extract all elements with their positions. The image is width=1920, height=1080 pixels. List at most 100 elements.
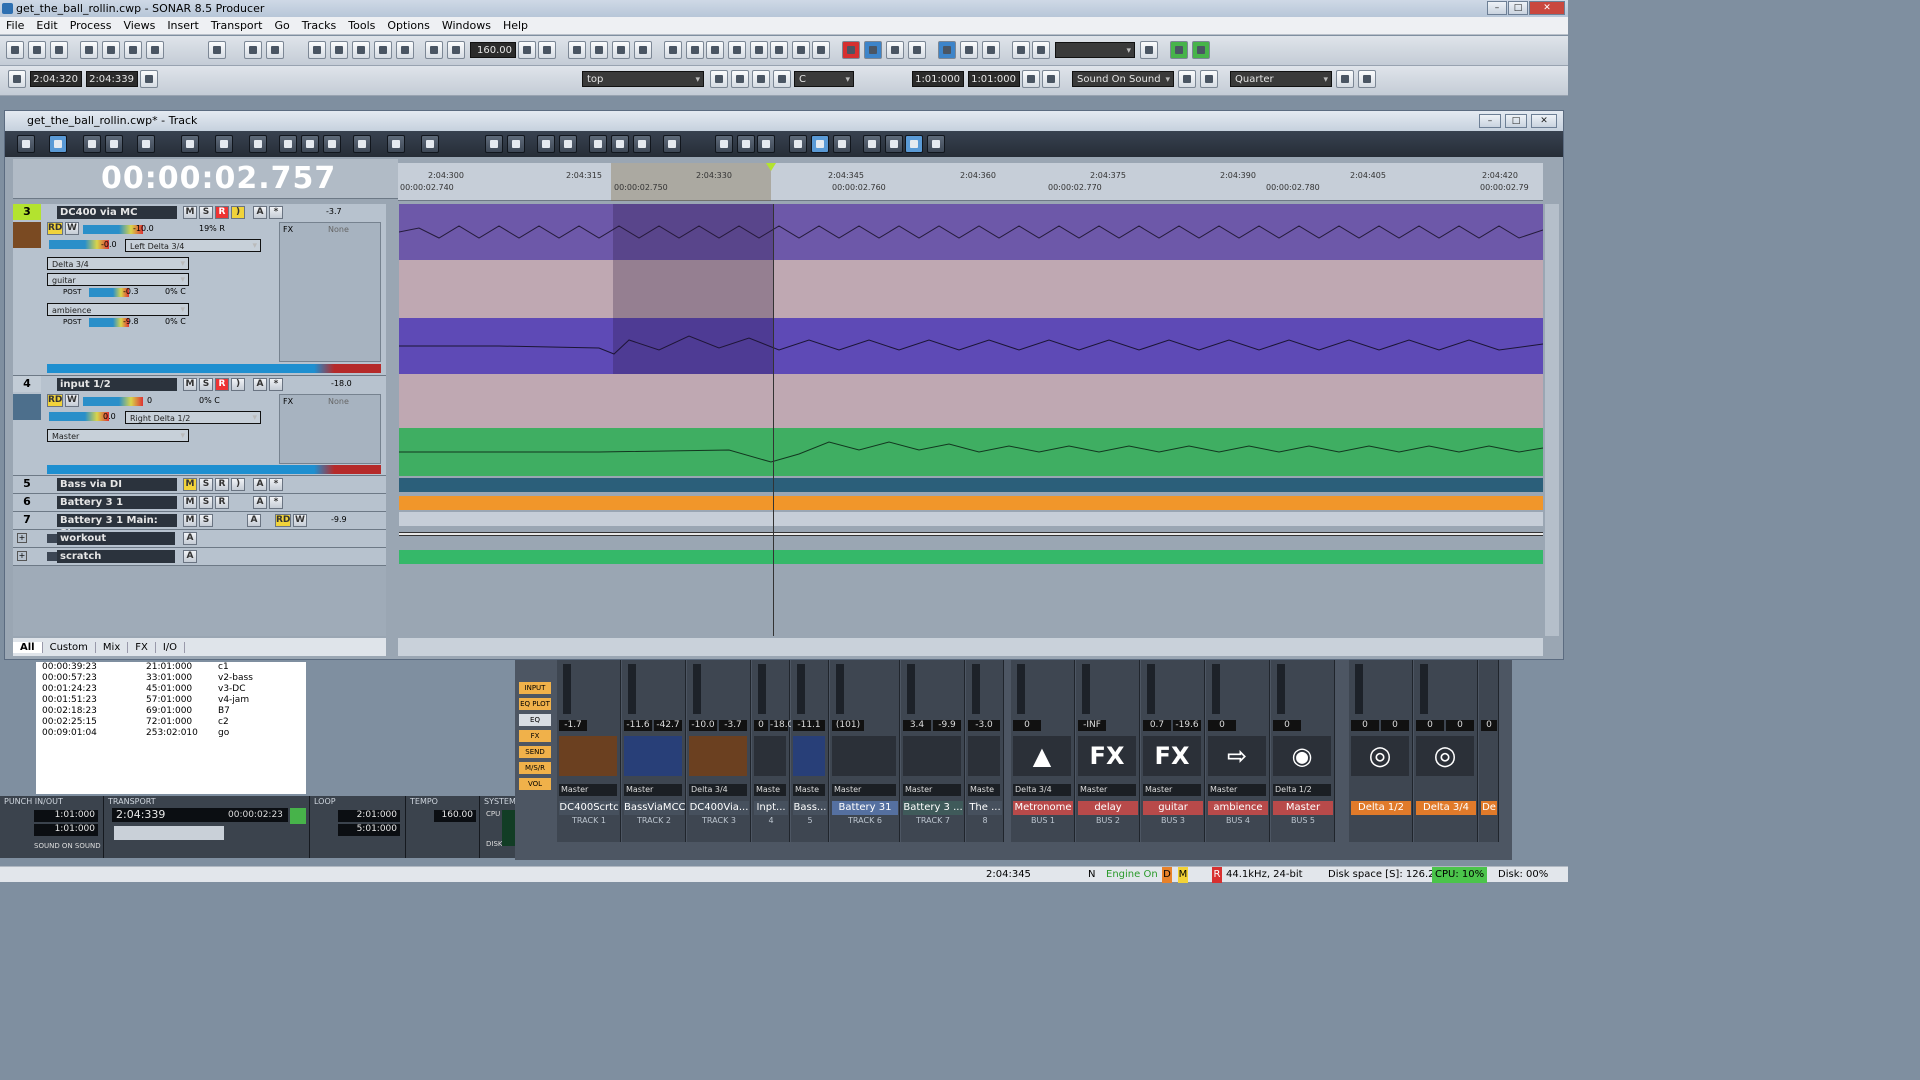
- solo-button[interactable]: S: [199, 478, 213, 491]
- write-button[interactable]: W: [293, 514, 307, 527]
- input-combo[interactable]: Delta 3/4: [47, 257, 189, 271]
- send-1-combo[interactable]: guitar: [47, 273, 189, 287]
- menu-options[interactable]: Options: [381, 19, 435, 32]
- solo-button[interactable]: S: [199, 206, 213, 219]
- minimize-button[interactable]: –: [1487, 1, 1507, 15]
- strip-main-1[interactable]: 0 0 ◎ Delta 1/2: [1349, 660, 1413, 842]
- view-grid-icon[interactable]: [374, 41, 392, 59]
- mute-icon[interactable]: [908, 41, 926, 59]
- grid-icon[interactable]: [323, 135, 341, 153]
- now-marker-icon[interactable]: [766, 163, 776, 171]
- fx-bin[interactable]: FX None: [279, 394, 381, 464]
- capture-icon[interactable]: [1032, 41, 1050, 59]
- engine-status[interactable]: Engine On: [1106, 867, 1158, 883]
- output-select[interactable]: Maste: [968, 784, 1000, 796]
- fader[interactable]: [1082, 664, 1090, 714]
- envelope-icon[interactable]: [982, 41, 1000, 59]
- fx-bypass-button[interactable]: *: [269, 378, 283, 391]
- loop-start[interactable]: 2:01:000: [338, 810, 400, 822]
- cut-icon[interactable]: [80, 41, 98, 59]
- folder-workout[interactable]: + workout A: [13, 530, 386, 548]
- track-view-close-button[interactable]: ✕: [1531, 114, 1557, 128]
- output-select[interactable]: Delta 3/4: [1013, 784, 1071, 796]
- strip-bus-4[interactable]: 0 ⇨ Master ambience BUS 4: [1206, 660, 1270, 842]
- fader[interactable]: [1017, 664, 1025, 714]
- output-select[interactable]: Master: [624, 784, 682, 796]
- save-icon[interactable]: [50, 41, 68, 59]
- strip-bus-1[interactable]: 0 ▲ Delta 3/4 Metronome BUS 1: [1011, 660, 1075, 842]
- smart-tool-icon[interactable]: [49, 135, 67, 153]
- show-clips-icon[interactable]: [811, 135, 829, 153]
- erase-tool-icon[interactable]: [215, 135, 233, 153]
- toggle-vol[interactable]: VOL: [519, 778, 551, 790]
- auto-punch-icon[interactable]: [612, 41, 630, 59]
- output-select[interactable]: Master: [1143, 784, 1201, 796]
- record-options-icon[interactable]: [1178, 70, 1196, 88]
- track-5[interactable]: 5 Bass via DI M S R ) A *: [13, 476, 386, 494]
- folder-scratch-clip[interactable]: [399, 550, 1543, 564]
- toggle-eq-plot[interactable]: EQ PLOT: [519, 698, 551, 710]
- list-item[interactable]: 00:09:01:04 253:02:010 go: [42, 728, 229, 739]
- view-console-icon[interactable]: [266, 41, 284, 59]
- freeze-icon[interactable]: [611, 135, 629, 153]
- snap-icon[interactable]: [353, 135, 371, 153]
- automation-button[interactable]: A: [253, 378, 267, 391]
- strip-bus-3[interactable]: 0.7 -19.6 FX Master guitar BUS 3: [1141, 660, 1205, 842]
- solo-button[interactable]: S: [199, 496, 213, 509]
- layout-combo[interactable]: [1055, 42, 1135, 59]
- output-select[interactable]: Master: [559, 784, 617, 796]
- menu-process[interactable]: Process: [64, 19, 118, 32]
- menu-tracks[interactable]: Tracks: [296, 19, 343, 32]
- split-tool-icon[interactable]: [83, 135, 101, 153]
- scrub-tool-icon[interactable]: [249, 135, 267, 153]
- metronome-icon[interactable]: [290, 808, 306, 824]
- mute-button[interactable]: M: [183, 378, 197, 391]
- punch-in-field[interactable]: 1:01:000: [912, 71, 964, 87]
- write-button[interactable]: W: [65, 394, 79, 407]
- archive-icon[interactable]: [633, 135, 651, 153]
- list-item[interactable]: 00:00:57:23 33:01:000 v2-bass: [42, 673, 253, 684]
- automation-button[interactable]: A: [253, 496, 267, 509]
- rewind-icon[interactable]: [686, 41, 704, 59]
- gain-slider[interactable]: [83, 397, 143, 406]
- trim-slider[interactable]: [49, 240, 109, 249]
- send-1-post[interactable]: POST: [63, 288, 81, 296]
- send-2-post[interactable]: POST: [63, 318, 81, 326]
- output-select[interactable]: Master: [1078, 784, 1136, 796]
- record-arm-button[interactable]: R: [215, 478, 229, 491]
- view-pianoroll-icon[interactable]: [330, 41, 348, 59]
- toggle-fx[interactable]: FX: [519, 730, 551, 742]
- read-button[interactable]: RD: [47, 394, 63, 407]
- selection-start-field[interactable]: 2:04:320: [30, 71, 82, 87]
- mute-button[interactable]: M: [183, 206, 197, 219]
- track-name[interactable]: Battery 3 1 Main: Stereo: [57, 514, 177, 539]
- track-name[interactable]: input 1/2: [57, 378, 177, 391]
- clip-track3-lane3[interactable]: [399, 318, 1543, 374]
- clips-pane[interactable]: [399, 204, 1543, 636]
- stop-icon[interactable]: [706, 41, 724, 59]
- mute-button[interactable]: M: [183, 478, 197, 491]
- horizontal-scrollbar[interactable]: [398, 638, 1543, 656]
- view-loop-icon[interactable]: [352, 41, 370, 59]
- expand-icon[interactable]: +: [17, 533, 27, 543]
- fx-bin[interactable]: FX None: [279, 222, 381, 362]
- tab-fx[interactable]: FX: [128, 641, 156, 653]
- selection-set-icon[interactable]: [140, 70, 158, 88]
- output-combo[interactable]: Left Delta 3/4: [125, 239, 261, 253]
- strip-bus-2[interactable]: -INF FX Master delay BUS 2: [1076, 660, 1140, 842]
- display-icon[interactable]: [421, 135, 439, 153]
- markers-icon[interactable]: [663, 135, 681, 153]
- menu-insert[interactable]: Insert: [161, 19, 205, 32]
- envelope-mode-icon[interactable]: [789, 135, 807, 153]
- snap-combo[interactable]: Quarter: [1230, 71, 1332, 88]
- clip-track3-lane2[interactable]: [399, 260, 1543, 318]
- fx-bypass-button[interactable]: *: [269, 206, 283, 219]
- track-menu-icon[interactable]: [17, 135, 35, 153]
- input-echo-icon[interactable]: [864, 41, 882, 59]
- output-select[interactable]: Maste: [754, 784, 786, 796]
- strip-track-7[interactable]: 3.4 -9.9 Master Battery 3 ... TRACK 7: [901, 660, 965, 842]
- open-file-icon[interactable]: [28, 41, 46, 59]
- record-metronome-icon[interactable]: [447, 41, 465, 59]
- timeline-ruler[interactable]: 2:04:300 2:04:315 2:04:330 2:04:345 2:04…: [398, 163, 1543, 201]
- automation-button[interactable]: A: [247, 514, 261, 527]
